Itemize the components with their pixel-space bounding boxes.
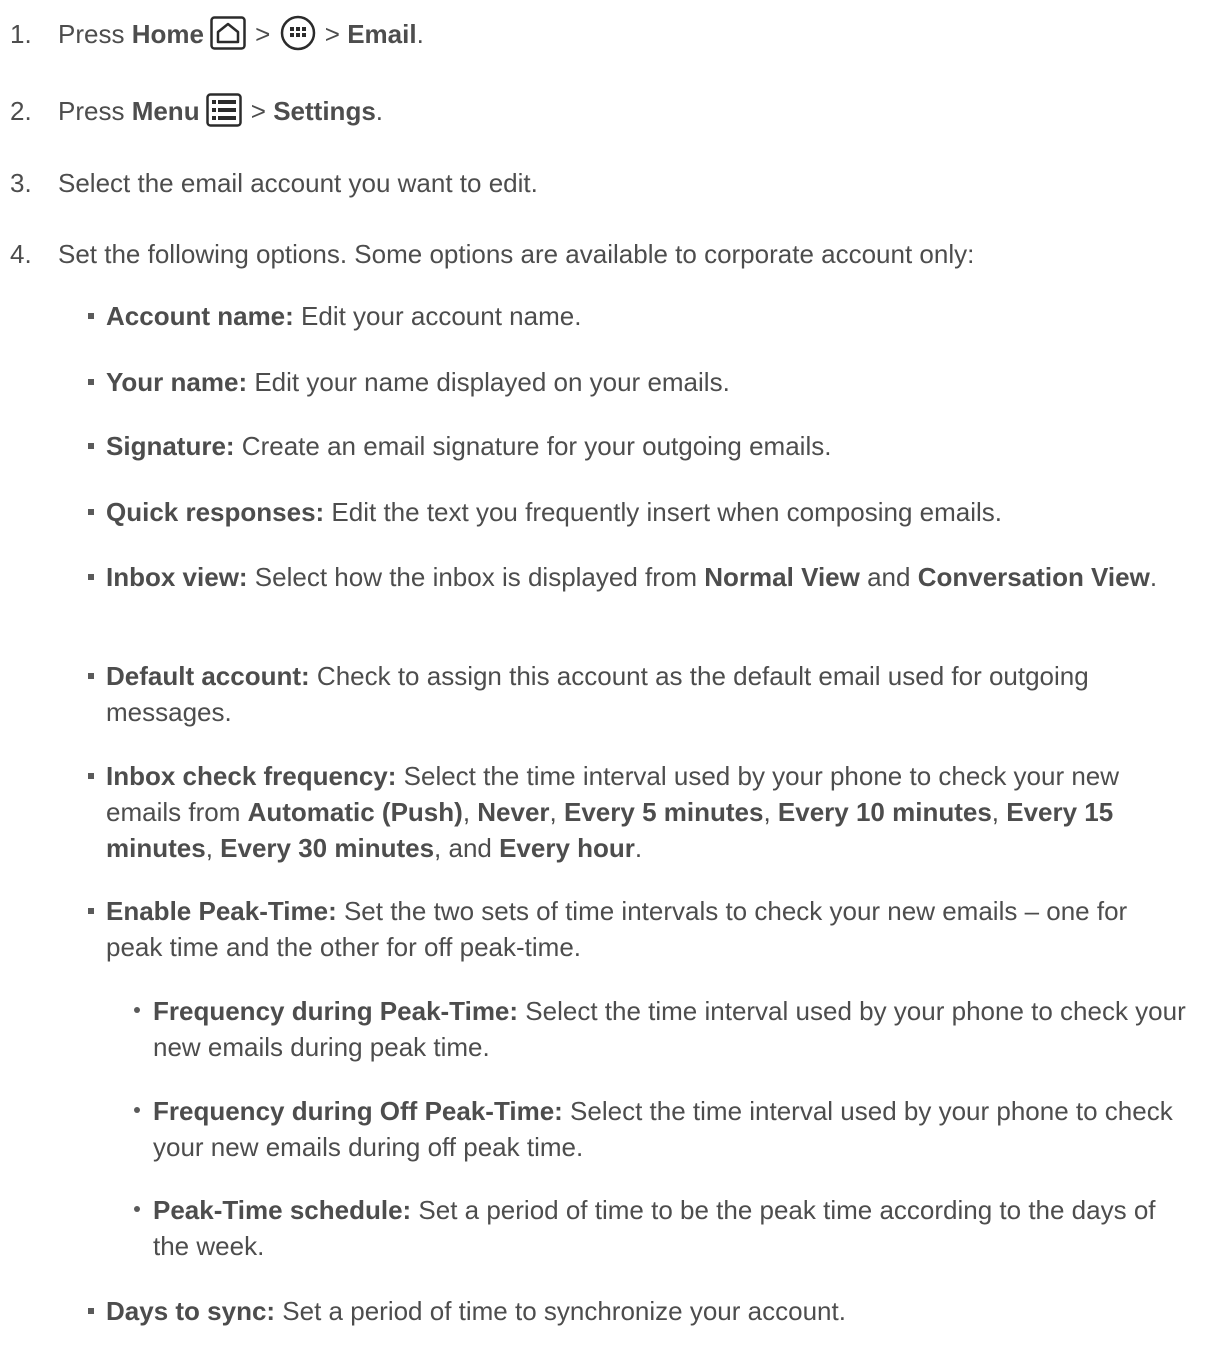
option-text: Default account: Check to assign this ac… [106, 658, 1096, 730]
step-text: Press Home > > Email. [58, 15, 424, 54]
bullet [88, 908, 94, 914]
step-number: 3. [10, 168, 32, 198]
bullet [134, 1206, 140, 1212]
email-label: Email [347, 19, 417, 49]
option-label: Peak-Time schedule: [153, 1195, 412, 1225]
option-label: Account name: [106, 301, 294, 331]
separator: , and [434, 833, 500, 863]
period: . [375, 96, 384, 126]
option-text: Account name: Edit your account name. [106, 298, 1210, 334]
option-text: Your name: Edit your name displayed on y… [106, 364, 1210, 400]
separator: , [991, 797, 1007, 827]
step-press-text: Press [58, 96, 132, 126]
frequency-value: Never [477, 797, 550, 827]
option-text: Signature: Create an email signature for… [106, 428, 1210, 464]
menu-icon [205, 93, 242, 127]
option-label: Default account: [106, 661, 310, 691]
separator: > [243, 96, 274, 126]
separator: , [763, 797, 778, 827]
option-description: Edit the text you frequently insert when… [324, 497, 1002, 527]
option-label: Inbox check frequency: [106, 761, 397, 791]
separator: , [462, 797, 478, 827]
step-press-text: Press [58, 19, 132, 49]
home-icon [210, 16, 246, 50]
option-description: Set a period of time to synchronize your… [275, 1296, 846, 1326]
separator: , [549, 797, 564, 827]
step-text: Select the email account you want to edi… [58, 168, 538, 198]
bullet [88, 673, 94, 679]
option-label: Signature: [106, 431, 235, 461]
bullet [88, 443, 94, 449]
option-label: Enable Peak-Time: [106, 896, 337, 926]
option-text: Frequency during Off Peak-Time: Select t… [153, 1093, 1193, 1165]
frequency-value: Every 5 minutes [564, 797, 764, 827]
period: . [634, 833, 643, 863]
step-number: 1. [10, 19, 32, 49]
bullet [134, 1107, 140, 1113]
frequency-value: Automatic (Push) [247, 797, 463, 827]
separator: > [317, 19, 348, 49]
step-number: 2. [10, 96, 32, 126]
settings-label: Settings [273, 96, 376, 126]
frequency-value: Every 10 minutes [777, 797, 992, 827]
bullet [88, 379, 94, 385]
step-number: 4. [10, 239, 32, 269]
option-label: Inbox view: [106, 562, 248, 592]
frequency-value: Every 30 minutes [220, 833, 435, 863]
conjunction: and [859, 562, 918, 592]
option-text: Enable Peak-Time: Set the two sets of ti… [106, 893, 1166, 965]
option-label: Your name: [106, 367, 248, 397]
apps-icon [280, 15, 316, 51]
normal-view-term: Normal View [704, 562, 860, 592]
option-description: Edit your name displayed on your emails. [247, 367, 730, 397]
bullet [88, 773, 94, 779]
option-text: Inbox view: Select how the inbox is disp… [106, 559, 1210, 595]
bullet [88, 509, 94, 515]
option-text: Quick responses: Edit the text you frequ… [106, 494, 1210, 530]
option-label: Days to sync: [106, 1296, 276, 1326]
option-label: Frequency during Off Peak-Time: [153, 1096, 563, 1126]
option-text: Frequency during Peak-Time: Select the t… [153, 993, 1193, 1065]
bullet [134, 1007, 140, 1013]
option-description: Select how the inbox is displayed from [247, 562, 705, 592]
bullet [88, 313, 94, 319]
bullet [88, 1308, 94, 1314]
step-text: Set the following options. Some options … [58, 239, 975, 269]
option-text: Inbox check frequency: Select the time i… [106, 758, 1191, 866]
frequency-value: Every hour [499, 833, 635, 863]
home-label: Home [131, 19, 204, 49]
separator: , [205, 833, 221, 863]
option-description: Edit your account name. [293, 301, 582, 331]
bullet [88, 574, 94, 580]
step-text: Press Menu > Settings. [58, 93, 383, 130]
option-description: Create an email signature for your outgo… [234, 431, 832, 461]
period: . [1149, 562, 1158, 592]
separator: > [247, 19, 278, 49]
option-text: Days to sync: Set a period of time to sy… [106, 1293, 1210, 1329]
period: . [416, 19, 424, 49]
menu-label: Menu [131, 96, 200, 126]
option-label: Quick responses: [106, 497, 325, 527]
option-text: Peak-Time schedule: Set a period of time… [153, 1192, 1193, 1264]
conversation-view-term: Conversation View [917, 562, 1150, 592]
option-label: Frequency during Peak-Time: [153, 996, 519, 1026]
